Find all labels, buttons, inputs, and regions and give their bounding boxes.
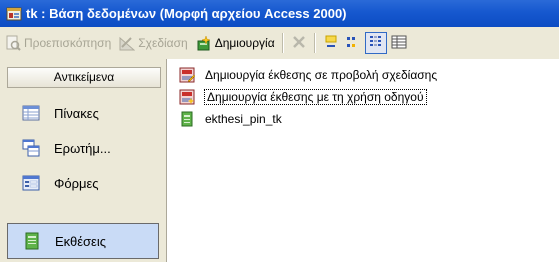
list-view-icon xyxy=(368,34,384,53)
form-icon xyxy=(22,174,40,192)
list-item-label: Δημιουργία έκθεσης σε προβολή σχεδίασης xyxy=(205,68,438,82)
table-icon xyxy=(22,104,40,122)
details-view-icon xyxy=(391,34,407,53)
objects-header[interactable]: Αντικείμενα xyxy=(7,67,161,88)
sidebar-item-tables[interactable]: Πίνακες xyxy=(7,96,155,130)
window-title-bar[interactable]: tk : Βάση δεδομένων (Μορφή αρχείου Acces… xyxy=(0,0,559,27)
print-preview-icon xyxy=(5,35,21,51)
sidebar-item-queries[interactable]: Ερωτήμ... xyxy=(7,131,155,165)
list-item-report-ekthesi[interactable]: ekthesi_pin_tk xyxy=(179,109,282,129)
design-label: Σχεδίαση xyxy=(138,36,188,50)
create-button[interactable]: Δημιουργία xyxy=(193,31,278,55)
objects-pane: Αντικείμενα Πίνακες Ερωτήμ... Φόρμες Εκθ… xyxy=(0,59,167,262)
database-window-icon xyxy=(6,6,22,22)
design-ruler-icon xyxy=(119,35,136,51)
sidebar-item-label: Φόρμες xyxy=(54,175,99,191)
details-view-button[interactable] xyxy=(389,32,409,54)
query-icon xyxy=(22,139,40,157)
list-view-button[interactable] xyxy=(364,32,387,54)
delete-button[interactable] xyxy=(289,32,309,54)
toolbar-separator xyxy=(281,33,284,53)
design-wizard-icon xyxy=(179,67,196,83)
sidebar-item-label: Εκθέσεις xyxy=(55,233,107,249)
delete-icon xyxy=(291,34,307,53)
list-item-label: ekthesi_pin_tk xyxy=(205,112,282,126)
sidebar-item-label: Πίνακες xyxy=(54,105,99,121)
objects-list: Δημιουργία έκθεσης σε προβολή σχεδίασης … xyxy=(167,59,559,262)
list-item-create-in-design-view[interactable]: Δημιουργία έκθεσης σε προβολή σχεδίασης xyxy=(179,65,437,85)
small-icons-icon xyxy=(345,34,361,53)
list-item-create-with-wizard[interactable]: Δημιουργία έκθεσης με τη χρήση οδηγού xyxy=(179,87,427,107)
large-icons-button[interactable] xyxy=(321,32,341,54)
sidebar-item-reports[interactable]: Εκθέσεις xyxy=(7,223,159,259)
sidebar-item-label: Ερωτήμ... xyxy=(54,140,111,156)
sidebar-item-forms[interactable]: Φόρμες xyxy=(7,166,155,200)
large-icons-icon xyxy=(323,34,339,53)
wizard-icon xyxy=(179,89,195,105)
toolbar-separator xyxy=(313,33,316,53)
window-title: tk : Βάση δεδομένων (Μορφή αρχείου Acces… xyxy=(26,6,347,21)
small-icons-button[interactable] xyxy=(343,32,363,54)
preview-button[interactable]: Προεπισκόπηση xyxy=(2,31,114,55)
report-icon xyxy=(23,232,41,250)
new-object-icon xyxy=(196,35,212,51)
design-button[interactable]: Σχεδίαση xyxy=(116,31,190,55)
report-icon xyxy=(179,111,195,127)
database-toolbar: Προεπισκόπηση Σχεδίαση Δημιουργία xyxy=(0,27,559,60)
list-item-label: Δημιουργία έκθεσης με τη χρήση οδηγού xyxy=(204,89,427,105)
preview-label: Προεπισκόπηση xyxy=(24,36,112,50)
create-label: Δημιουργία xyxy=(214,36,275,50)
